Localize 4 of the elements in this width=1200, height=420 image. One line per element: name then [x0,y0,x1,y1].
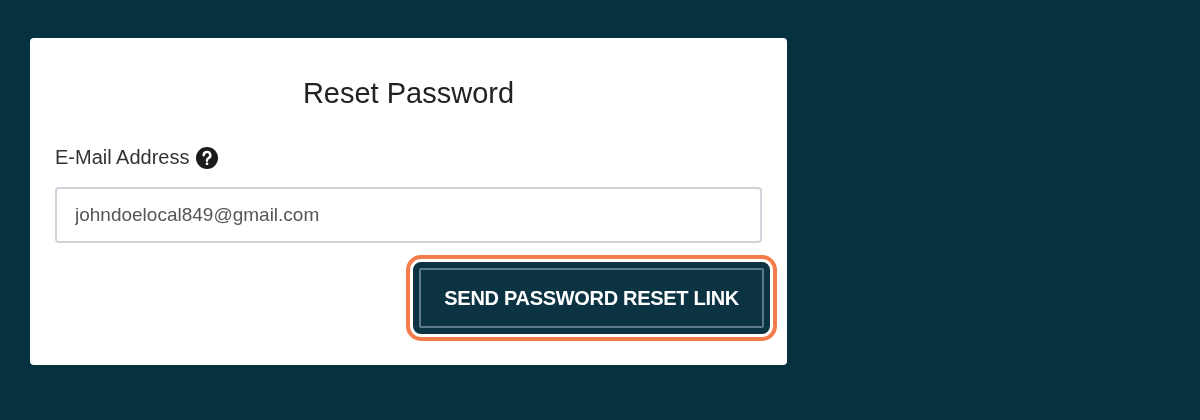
help-icon[interactable] [195,146,218,169]
field-label: E-Mail Address [55,146,190,169]
email-input-field[interactable]: johndoelocal849@gmail.com [55,187,762,243]
card-title: Reset Password [301,76,516,110]
